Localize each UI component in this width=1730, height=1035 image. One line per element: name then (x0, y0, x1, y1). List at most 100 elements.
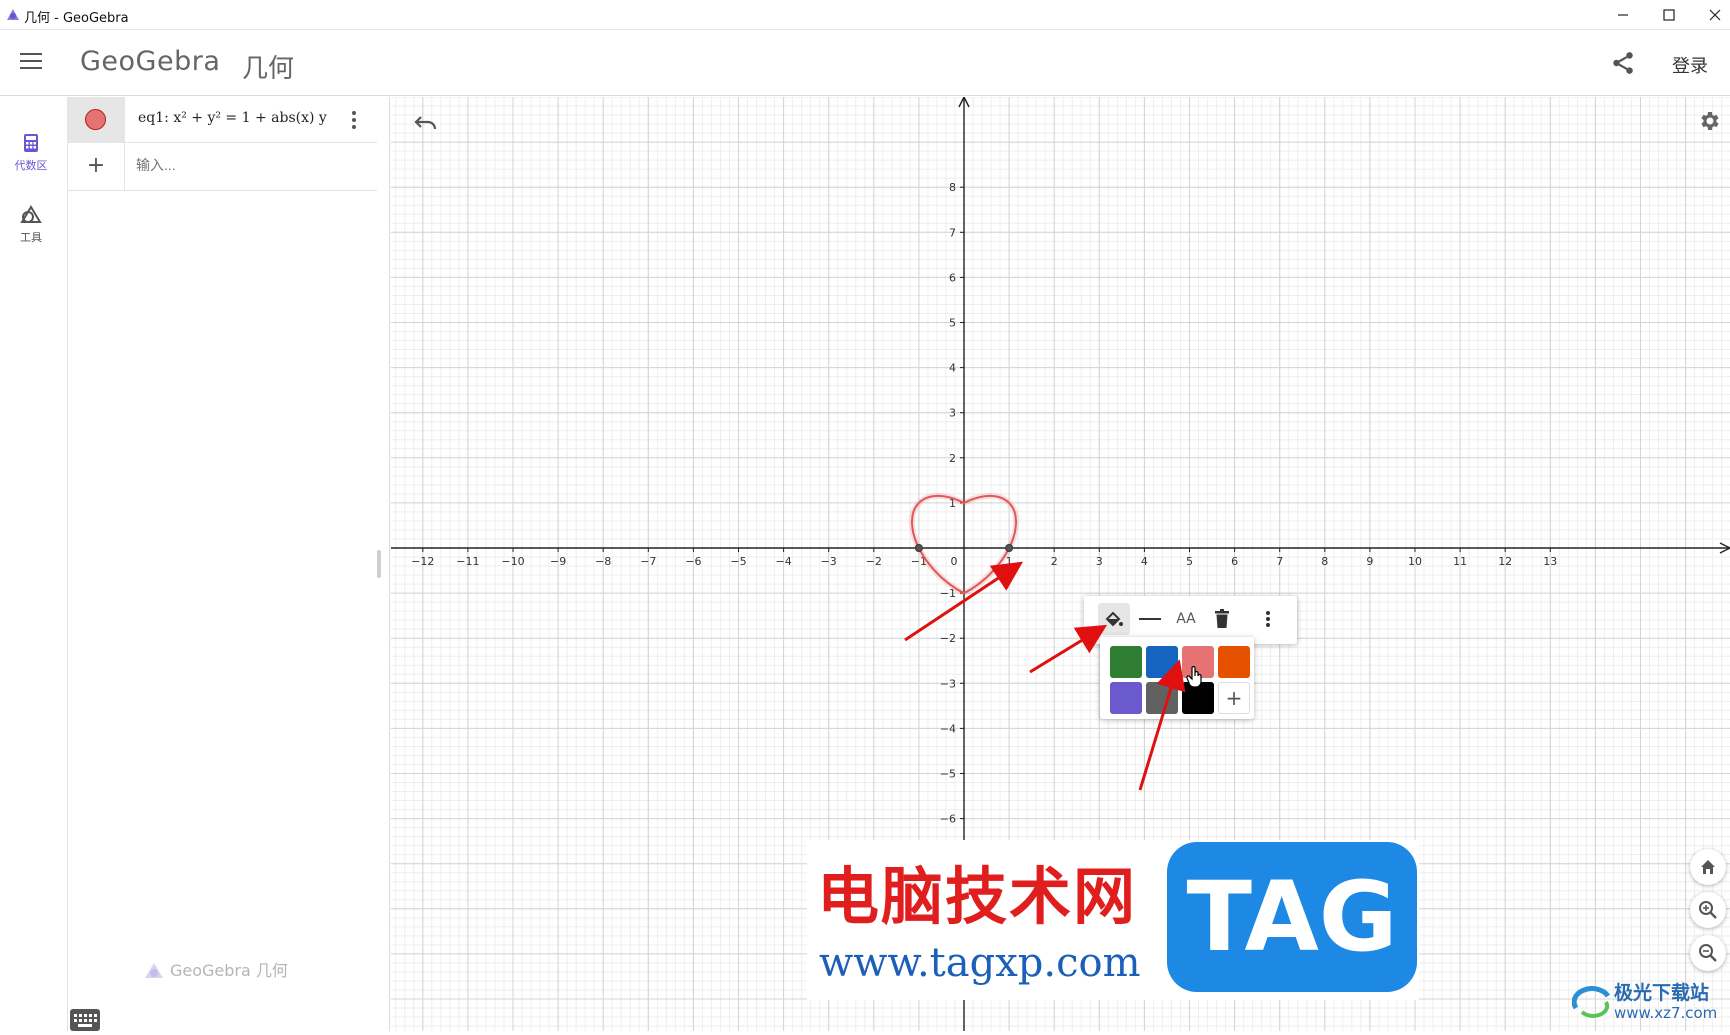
x-tick-label: −10 (501, 555, 524, 568)
undo-icon[interactable] (413, 111, 439, 133)
y-tick-label: −3 (940, 677, 956, 690)
y-tick-label: 8 (949, 181, 956, 194)
rail-item-tools[interactable]: 工具 (0, 205, 62, 245)
y-tick-label: 6 (949, 271, 956, 284)
minimize-icon (1618, 14, 1628, 16)
text-style-button[interactable]: AA (1170, 603, 1202, 635)
x-tick-label: −2 (866, 555, 882, 568)
x-tick-label: −9 (550, 555, 566, 568)
color-swatch[interactable] (1110, 646, 1142, 678)
rail-item-algebra[interactable]: 代数区 (0, 133, 62, 173)
window-titlebar: 几何 - GeoGebra (0, 0, 1730, 30)
y-tick-label: −4 (940, 722, 956, 735)
x-tick-label: 3 (1096, 555, 1103, 568)
view-switcher-rail: 代数区 工具 (0, 97, 66, 1031)
line-style-icon (1139, 618, 1161, 620)
color-swatch[interactable] (1146, 646, 1178, 678)
x-tick-label: 7 (1276, 555, 1283, 568)
x-tick-label: 2 (1051, 555, 1058, 568)
algebra-expression[interactable]: eq1: x² + y² = 1 + abs(x) y (138, 110, 327, 126)
minimize-button[interactable] (1600, 0, 1646, 30)
shapes-tool-icon (20, 205, 42, 223)
watermark-site2: 极光下载站 www.xz7.com (1572, 978, 1724, 1028)
line-style-button[interactable] (1134, 603, 1166, 635)
watermark-tag-badge: TAG (1167, 842, 1417, 992)
y-tick-label: 7 (949, 226, 956, 239)
keyboard-icon[interactable] (70, 1009, 100, 1031)
maximize-icon (1663, 9, 1675, 21)
hand-cursor-icon (1186, 666, 1202, 688)
y-tick-label: −2 (940, 632, 956, 645)
algebra-input-row: + (68, 143, 377, 191)
algebra-row[interactable]: eq1: x² + y² = 1 + abs(x) y (68, 97, 377, 143)
panel-resize-handle[interactable] (377, 550, 381, 578)
x-tick-label: −7 (640, 555, 656, 568)
zoom-in-button[interactable] (1690, 892, 1726, 928)
close-icon (1709, 9, 1721, 21)
x-tick-label: 9 (1366, 555, 1373, 568)
home-button[interactable] (1690, 849, 1726, 885)
y-tick-label: 3 (949, 407, 956, 420)
x-tick-label: 10 (1408, 555, 1422, 568)
fill-color-button[interactable] (1098, 603, 1130, 635)
algebra-footer-brand: GeoGebra 几何 (144, 957, 288, 981)
hamburger-menu-icon[interactable] (18, 48, 44, 74)
close-button[interactable] (1692, 0, 1730, 30)
x-tick-label: 11 (1453, 555, 1467, 568)
color-palette: + (1100, 637, 1254, 719)
x-tick-label: 4 (1141, 555, 1148, 568)
x-tick-label: −5 (730, 555, 746, 568)
x-tick-label: 5 (1186, 555, 1193, 568)
maximize-button[interactable] (1646, 0, 1692, 30)
rail-label-algebra: 代数区 (14, 159, 48, 172)
more-icon (1266, 611, 1270, 627)
keyboard-glyph-icon (74, 1014, 97, 1027)
x-tick-label: 6 (1231, 555, 1238, 568)
algebra-panel: eq1: x² + y² = 1 + abs(x) y + GeoGebra 几… (67, 97, 390, 1031)
color-swatch[interactable] (1146, 682, 1178, 714)
x-tick-label: 12 (1498, 555, 1512, 568)
watermark-banner: 电脑技术网 www.tagxp.com TAG (807, 840, 1419, 1000)
delete-button[interactable] (1206, 603, 1238, 635)
axis-intersection-point (1005, 544, 1014, 552)
window-title: 几何 - GeoGebra (24, 11, 129, 26)
gear-icon[interactable] (1697, 109, 1721, 133)
delete-icon (1215, 609, 1229, 628)
x-tick-label: −11 (456, 555, 479, 568)
x-tick-label: −3 (821, 555, 837, 568)
x-tick-label: 0 (951, 555, 958, 568)
app-header: GeoGebra 几何 登录 (0, 30, 1730, 96)
color-swatch[interactable] (1110, 682, 1142, 714)
watermark-cn-text: 电脑技术网 (817, 860, 1138, 933)
calculator-icon (24, 134, 38, 152)
x-tick-label: −4 (775, 555, 791, 568)
zoom-out-icon (1699, 944, 1717, 962)
add-color-button[interactable]: + (1218, 682, 1250, 714)
home-icon (1701, 860, 1715, 874)
watermark-site2-url: www.xz7.com (1614, 1004, 1718, 1022)
visibility-toggle[interactable] (68, 97, 125, 143)
y-tick-label: −5 (940, 768, 956, 781)
algebra-input[interactable] (136, 157, 356, 173)
x-tick-label: −6 (685, 555, 701, 568)
color-swatch[interactable] (1218, 646, 1250, 678)
text-style-icon: AA (1176, 611, 1196, 627)
y-tick-label: 4 (949, 362, 956, 375)
geogebra-logo-icon (145, 963, 163, 978)
share-icon[interactable] (1610, 50, 1636, 76)
login-button[interactable]: 登录 (1672, 52, 1708, 78)
axis-intersection-point (914, 544, 923, 552)
footer-brand-text: GeoGebra 几何 (170, 961, 288, 980)
geogebra-logo: GeoGebra (80, 46, 221, 77)
object-color-dot[interactable] (85, 109, 106, 130)
add-icon[interactable]: + (68, 143, 125, 191)
more-vert-icon[interactable] (346, 109, 362, 131)
geogebra-app-icon (7, 9, 19, 20)
zoom-out-button[interactable] (1690, 935, 1726, 971)
watermark-site2-name: 极光下载站 (1614, 982, 1710, 1004)
y-tick-label: 2 (949, 452, 956, 465)
x-tick-label: 13 (1543, 555, 1557, 568)
x-tick-label: −8 (595, 555, 611, 568)
more-options-button[interactable] (1252, 603, 1284, 635)
fill-color-icon (1105, 611, 1123, 627)
